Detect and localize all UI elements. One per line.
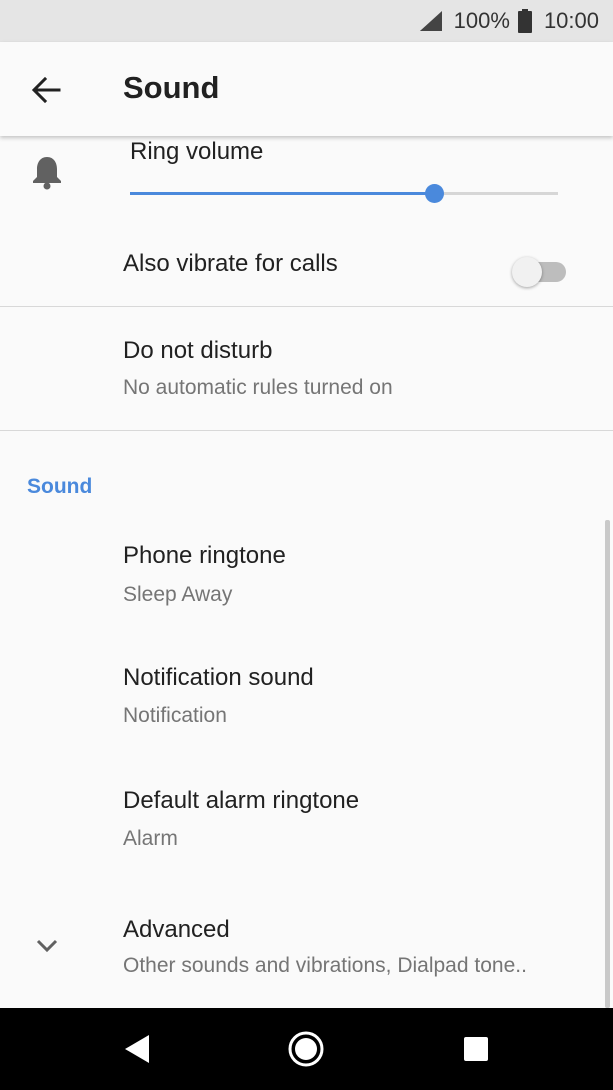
default-alarm-ringtone-title: Default alarm ringtone [123, 787, 360, 814]
default-alarm-ringtone-subtitle: Alarm [123, 827, 178, 850]
nav-back-button[interactable] [92, 1008, 182, 1090]
vibrate-toggle[interactable] [512, 254, 568, 287]
do-not-disturb-title: Do not disturb [123, 337, 273, 364]
app-toolbar: Sound [0, 42, 613, 136]
phone-ringtone-title: Phone ringtone [123, 542, 286, 569]
vibrate-for-calls-label: Also vibrate for calls [123, 250, 338, 277]
settings-list[interactable]: Ring volume Also vibrate for calls Do no… [0, 136, 613, 1008]
advanced-item[interactable]: Advanced Other sounds and vibrations, Di… [0, 888, 613, 1008]
advanced-title: Advanced [123, 916, 230, 943]
ring-volume-row: Ring volume [0, 136, 613, 231]
cell-signal-icon [418, 10, 444, 32]
phone-ringtone-item[interactable]: Phone ringtone Sleep Away [0, 520, 613, 642]
bell-icon [30, 154, 64, 195]
arrow-left-icon [31, 77, 61, 103]
slider-thumb[interactable] [424, 184, 444, 203]
notification-sound-subtitle: Notification [123, 704, 227, 727]
phone-ringtone-subtitle: Sleep Away [123, 583, 233, 606]
battery-percent: 100% [453, 8, 510, 33]
screen: 100% 10:00 Sound Ring volume Also vibrat… [0, 0, 613, 1090]
battery-full-icon [517, 9, 532, 33]
section-header-sound: Sound [27, 475, 93, 498]
nav-recents-icon [464, 1037, 488, 1061]
back-button[interactable] [22, 66, 70, 114]
notification-sound-title: Notification sound [123, 664, 314, 691]
page-title: Sound [123, 70, 220, 105]
nav-recents-button[interactable] [431, 1008, 521, 1090]
advanced-subtitle: Other sounds and vibrations, Dialpad ton… [123, 954, 527, 977]
navigation-bar [0, 1008, 613, 1090]
nav-home-icon [288, 1031, 324, 1067]
clock: 10:00 [543, 8, 599, 33]
nav-home-button[interactable] [261, 1008, 351, 1090]
ring-volume-label: Ring volume [130, 138, 264, 165]
nav-back-icon [125, 1035, 149, 1063]
do-not-disturb-item[interactable]: Do not disturb No automatic rules turned… [0, 307, 613, 430]
chevron-down-icon [34, 938, 60, 959]
toggle-knob [512, 257, 542, 287]
default-alarm-ringtone-item[interactable]: Default alarm ringtone Alarm [0, 765, 613, 888]
ring-volume-slider[interactable] [130, 184, 558, 203]
do-not-disturb-subtitle: No automatic rules turned on [123, 376, 393, 399]
notification-sound-item[interactable]: Notification sound Notification [0, 642, 613, 765]
divider [0, 430, 613, 431]
vibrate-for-calls-row[interactable]: Also vibrate for calls [0, 231, 613, 306]
slider-fill [130, 192, 434, 195]
status-bar: 100% 10:00 [0, 0, 613, 42]
scrollbar[interactable] [605, 520, 610, 1008]
